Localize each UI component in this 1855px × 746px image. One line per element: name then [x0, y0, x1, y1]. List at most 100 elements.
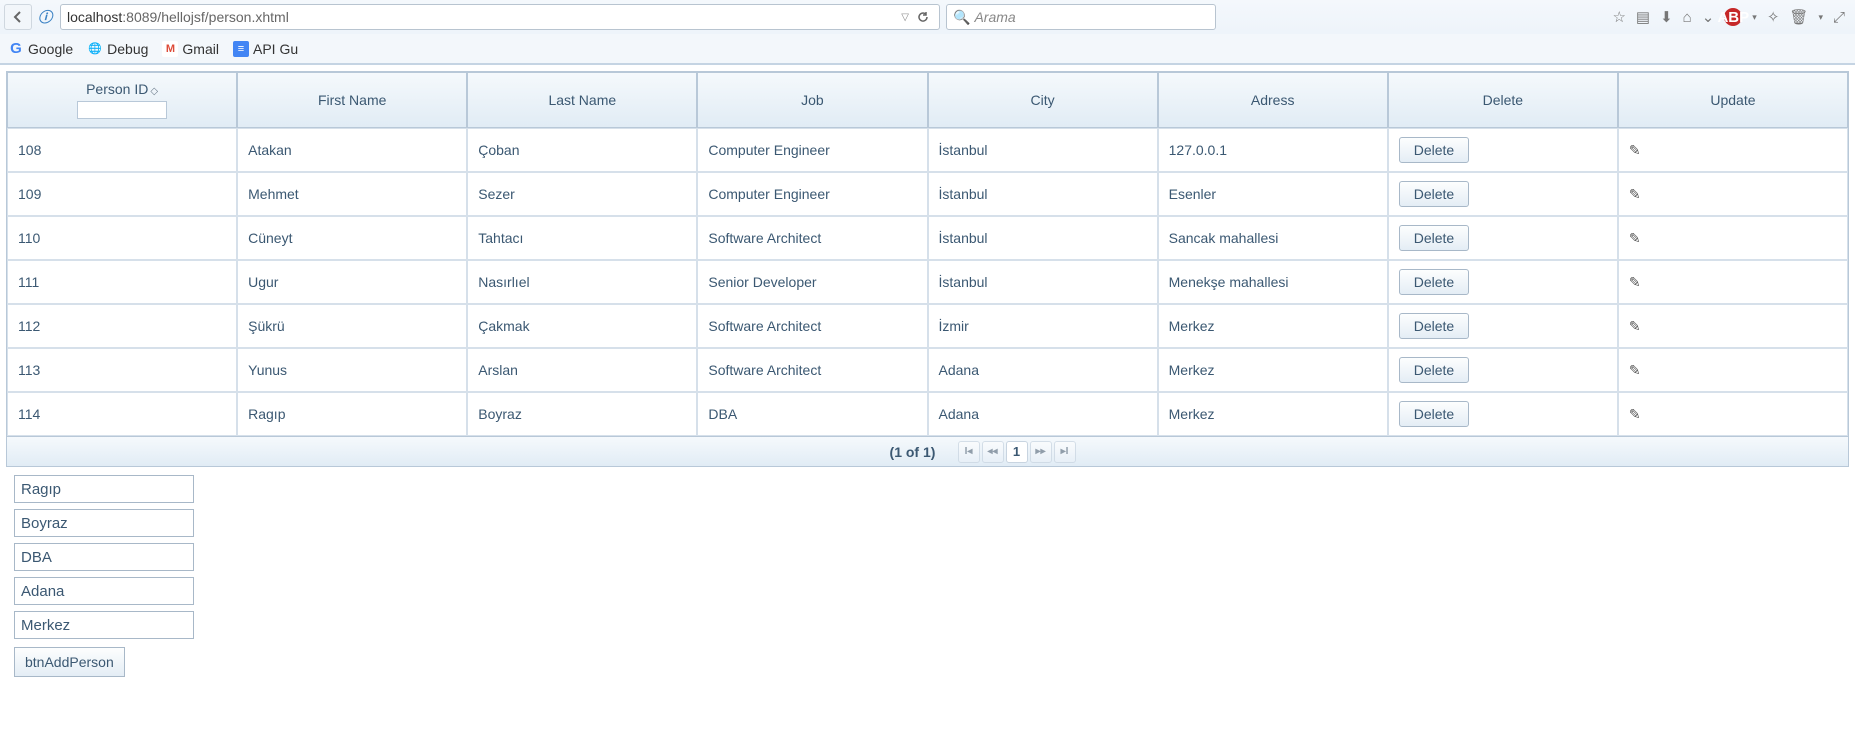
cell-first-name: Ugur — [237, 260, 467, 304]
paginator: (1 of 1) I◂ ◂◂ 1 ▸▸ ▸I — [6, 437, 1849, 467]
delete-button[interactable]: Delete — [1399, 401, 1469, 427]
extension-icon[interactable]: ✧ — [1767, 8, 1780, 26]
edit-icon[interactable]: ✎ — [1629, 186, 1641, 202]
table-row: 114RagıpBoyrazDBAAdanaMerkezDelete✎ — [7, 392, 1848, 436]
delete-button[interactable]: Delete — [1399, 225, 1469, 251]
pocket-icon[interactable]: ⌄ — [1702, 8, 1715, 26]
bookmark-google[interactable]: GGoogle — [8, 41, 73, 57]
paginator-page-1[interactable]: 1 — [1006, 441, 1028, 463]
delete-button[interactable]: Delete — [1399, 181, 1469, 207]
table-row: 108AtakanÇobanComputer Engineerİstanbul1… — [7, 128, 1848, 172]
col-delete: Delete — [1388, 72, 1618, 128]
cell-first-name: Cüneyt — [237, 216, 467, 260]
dropdown-small-icon-2[interactable]: ▾ — [1818, 12, 1823, 23]
delete-button[interactable]: Delete — [1399, 357, 1469, 383]
cell-delete: Delete — [1388, 392, 1618, 436]
cell-city: İstanbul — [928, 216, 1158, 260]
back-button[interactable] — [4, 4, 32, 30]
bookmark-gmail[interactable]: MGmail — [162, 41, 219, 57]
dropdown-history-icon[interactable]: ▽ — [901, 12, 909, 23]
table-row: 113YunusArslanSoftware ArchitectAdanaMer… — [7, 348, 1848, 392]
delete-button[interactable]: Delete — [1399, 137, 1469, 163]
edit-icon[interactable]: ✎ — [1629, 274, 1641, 290]
first-page-icon: I◂ — [965, 446, 973, 457]
cell-last-name: Arslan — [467, 348, 697, 392]
delete-button[interactable]: Delete — [1399, 269, 1469, 295]
cell-delete: Delete — [1388, 128, 1618, 172]
prev-page-icon: ◂◂ — [987, 446, 997, 457]
paginator-prev-button[interactable]: ◂◂ — [982, 441, 1004, 463]
cell-first-name: Mehmet — [237, 172, 467, 216]
add-person-button[interactable]: btnAddPerson — [14, 647, 125, 677]
reader-icon[interactable]: ▤ — [1636, 8, 1650, 26]
search-icon: 🔍 — [953, 9, 970, 26]
browser-chrome: ⓘ localhost:8089/hellojsf/person.xhtml ▽… — [0, 0, 1855, 65]
bookmarks-bar: GGoogle 🌐Debug MGmail ≡API Gu — [0, 34, 1855, 64]
edit-icon[interactable]: ✎ — [1629, 230, 1641, 246]
col-last-name[interactable]: Last Name — [467, 72, 697, 128]
col-city[interactable]: City — [928, 72, 1158, 128]
cell-person-id: 111 — [7, 260, 237, 304]
site-info-icon[interactable]: ⓘ — [34, 6, 56, 28]
cell-update: ✎ — [1618, 304, 1848, 348]
edit-icon[interactable]: ✎ — [1629, 362, 1641, 378]
cell-address: Merkez — [1158, 304, 1388, 348]
arrow-left-icon — [12, 11, 24, 23]
paginator-first-button[interactable]: I◂ — [958, 441, 980, 463]
url-host: localhost — [67, 9, 122, 25]
cell-last-name: Sezer — [467, 172, 697, 216]
edit-icon[interactable]: ✎ — [1629, 318, 1641, 334]
edit-icon[interactable]: ✎ — [1629, 142, 1641, 158]
abp-icon[interactable]: ABP — [1724, 8, 1742, 26]
cell-last-name: Nasırlıel — [467, 260, 697, 304]
cell-address: Menekşe mahallesi — [1158, 260, 1388, 304]
expand-icon[interactable]: ⤢ — [1833, 9, 1845, 26]
table-body: 108AtakanÇobanComputer Engineerİstanbul1… — [7, 128, 1848, 436]
address-input[interactable] — [14, 611, 194, 639]
cell-city: Adana — [928, 392, 1158, 436]
url-path: :8089/hellojsf/person.xhtml — [122, 9, 289, 25]
cell-address: Merkez — [1158, 348, 1388, 392]
cell-person-id: 113 — [7, 348, 237, 392]
cell-last-name: Çoban — [467, 128, 697, 172]
cell-job: Software Architect — [697, 348, 927, 392]
cell-update: ✎ — [1618, 392, 1848, 436]
last-name-input[interactable] — [14, 509, 194, 537]
person-id-filter-input[interactable] — [77, 101, 167, 119]
table-row: 110CüneytTahtacıSoftware Architectİstanb… — [7, 216, 1848, 260]
downloads-icon[interactable]: ⬇ — [1660, 8, 1673, 26]
address-bar-row: ⓘ localhost:8089/hellojsf/person.xhtml ▽… — [0, 0, 1855, 34]
cell-update: ✎ — [1618, 348, 1848, 392]
edit-icon[interactable]: ✎ — [1629, 406, 1641, 422]
delete-button[interactable]: Delete — [1399, 313, 1469, 339]
col-address[interactable]: Adress — [1158, 72, 1388, 128]
col-person-id[interactable]: Person ID◇ — [7, 72, 237, 128]
dropdown-small-icon[interactable]: ▾ — [1752, 12, 1757, 23]
bookmark-star-icon[interactable]: ☆ — [1612, 8, 1625, 26]
col-job[interactable]: Job — [697, 72, 927, 128]
bookmark-apigu[interactable]: ≡API Gu — [233, 41, 298, 57]
first-name-input[interactable] — [14, 475, 194, 503]
cell-job: Computer Engineer — [697, 128, 927, 172]
cell-city: İzmir — [928, 304, 1158, 348]
paginator-next-button[interactable]: ▸▸ — [1030, 441, 1052, 463]
cell-city: İstanbul — [928, 260, 1158, 304]
col-first-name[interactable]: First Name — [237, 72, 467, 128]
reload-button[interactable] — [913, 7, 933, 27]
home-icon[interactable]: ⌂ — [1683, 9, 1692, 26]
cell-job: DBA — [697, 392, 927, 436]
bookmark-debug[interactable]: 🌐Debug — [87, 41, 148, 57]
cell-city: Adana — [928, 348, 1158, 392]
search-field[interactable]: 🔍 Arama — [946, 4, 1216, 30]
url-field[interactable]: localhost:8089/hellojsf/person.xhtml ▽ — [60, 4, 940, 30]
table-row: 109MehmetSezerComputer EngineerİstanbulE… — [7, 172, 1848, 216]
paginator-last-button[interactable]: ▸I — [1054, 441, 1076, 463]
trash-icon[interactable]: 🗑 — [1789, 8, 1808, 26]
cell-job: Software Architect — [697, 216, 927, 260]
cell-first-name: Şükrü — [237, 304, 467, 348]
cell-address: Sancak mahallesi — [1158, 216, 1388, 260]
cell-address: 127.0.0.1 — [1158, 128, 1388, 172]
cell-job: Computer Engineer — [697, 172, 927, 216]
job-input[interactable] — [14, 543, 194, 571]
city-input[interactable] — [14, 577, 194, 605]
